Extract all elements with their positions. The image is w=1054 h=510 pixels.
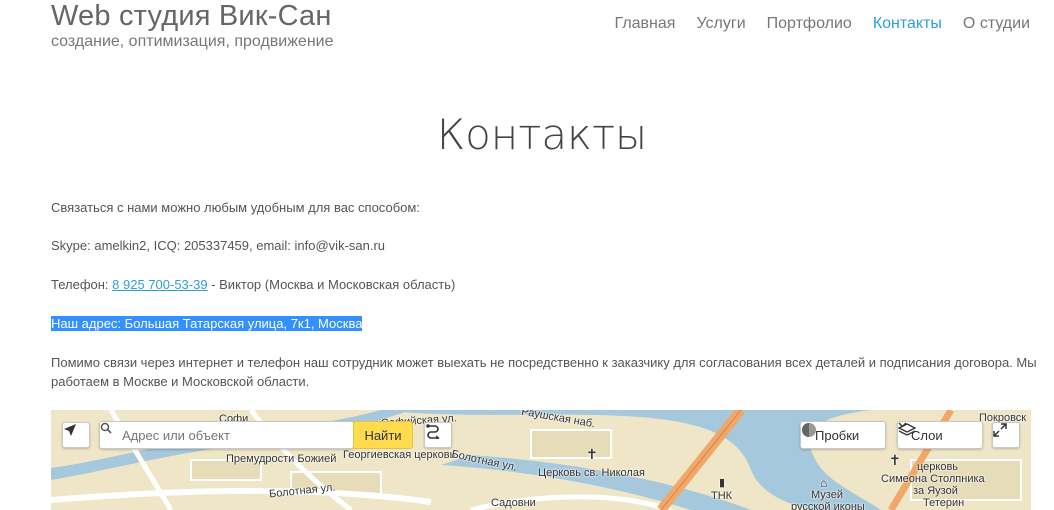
contacts-intro: Связаться с нами можно любым удобным для… [51, 200, 420, 215]
map-label: церковь [917, 461, 959, 473]
address-text: Наш адрес: Большая Татарская улица, 7к1,… [51, 316, 363, 331]
nav-item-home[interactable]: Главная [615, 15, 676, 33]
map-label: Тетерин [923, 497, 965, 509]
church-icon: ✝ [586, 446, 598, 462]
main-nav: Главная Услуги Портфолио Контакты О студ… [594, 15, 1030, 33]
layers-button[interactable]: Слои [897, 421, 983, 449]
map-label: Музей [811, 489, 843, 501]
phone-prefix: Телефон: [51, 277, 113, 292]
nav-item-services[interactable]: Услуги [696, 15, 745, 33]
phone-link[interactable]: 8 925 700-53-39 [112, 277, 207, 292]
contacts-phone: Телефон: 8 925 700-53-39 - Виктор (Москв… [51, 275, 455, 294]
museum-icon: ⌂ [820, 476, 828, 490]
nav-item-about[interactable]: О студии [963, 15, 1030, 33]
map-label: за Яузой [913, 485, 958, 497]
map-label: Георгиевская церковь [343, 449, 456, 461]
church-icon: ✝ [889, 452, 901, 468]
yandex-map[interactable]: Софи Премудрости Божией Георгиевская цер… [51, 410, 1031, 510]
page-title: Контакты [436, 110, 648, 159]
traffic-button[interactable]: Пробки [800, 421, 886, 449]
map-label: Церковь св. Николая [538, 467, 645, 479]
site-title[interactable]: Web студия Вик-Сан [51, 0, 332, 33]
route-button[interactable] [424, 422, 452, 448]
nav-item-contacts[interactable]: Контакты [873, 15, 942, 33]
landmark-icon: ▮ [719, 477, 726, 489]
geolocation-button[interactable] [62, 422, 90, 448]
phone-suffix: - Виктор (Москва и Московская область) [207, 277, 456, 292]
contacts-description: Помимо связи через интернет и телефон на… [51, 355, 1037, 389]
map-label: Симеона Столпника [881, 473, 985, 485]
map-label: Садовни [491, 497, 536, 509]
map-label: ТНК [711, 490, 733, 502]
map-find-button[interactable]: Найти [353, 421, 413, 449]
map-search-input[interactable] [122, 427, 342, 443]
site-subtitle: создание, оптимизация, продвижение [51, 33, 334, 50]
map-label: русской иконы [791, 501, 865, 510]
contacts-address: Наш адрес: Большая Татарская улица, 7к1,… [51, 314, 363, 333]
traffic-label: Пробки [815, 427, 860, 443]
map-label: Премудрости Божией [226, 453, 337, 465]
fullscreen-button[interactable] [992, 422, 1020, 448]
nav-item-portfolio[interactable]: Портфолио [767, 15, 852, 33]
contacts-messengers: Skype: amelkin2, ICQ: 205337459, email: … [51, 238, 386, 253]
map-search-box [99, 421, 354, 449]
